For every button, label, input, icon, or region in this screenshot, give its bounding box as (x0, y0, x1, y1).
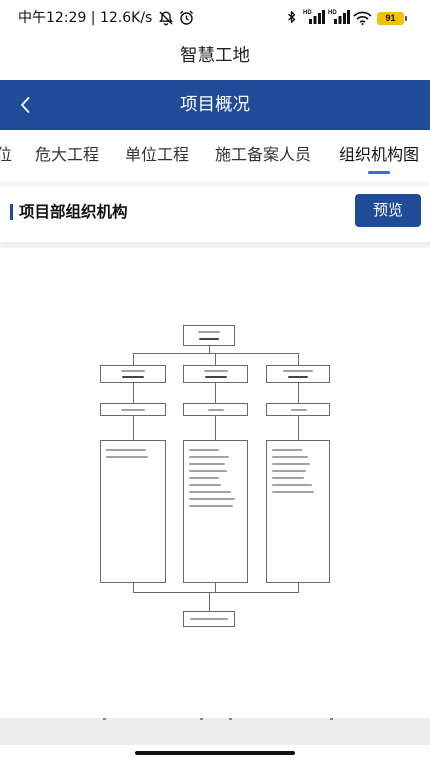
signal-icon (304, 10, 325, 24)
org-chart-text-line (272, 484, 312, 486)
org-chart-text-line (272, 456, 308, 458)
org-chart-box-members (266, 440, 330, 583)
org-chart-box-members (100, 440, 166, 583)
org-chart-connector (133, 383, 134, 403)
org-chart-text-line (199, 338, 219, 340)
org-chart-text-line (189, 456, 229, 458)
org-chart-connector (133, 583, 134, 592)
org-chart-box-row1 (100, 365, 166, 383)
tab-partial[interactable]: 位 (0, 130, 12, 180)
org-chart-text-line (288, 376, 308, 378)
mute-icon (158, 10, 174, 26)
org-chart-connector (215, 583, 216, 592)
org-chart-text-line (272, 449, 302, 451)
org-chart-box-members (183, 440, 248, 583)
org-chart-text-line (272, 463, 310, 465)
partial-content-mark (103, 718, 106, 720)
org-chart-text-line (272, 491, 314, 493)
bottom-strip (0, 718, 430, 745)
org-chart-box-row2 (100, 403, 166, 416)
org-chart-connector (209, 346, 210, 353)
org-chart-text-line (121, 409, 145, 411)
org-chart-text-line (189, 449, 219, 451)
battery-nub (405, 16, 407, 21)
org-chart-box-row1 (266, 365, 330, 383)
org-chart-box-row1 (183, 365, 248, 383)
org-chart-text-line (283, 370, 313, 372)
org-chart-connector (133, 416, 134, 440)
gesture-area (0, 745, 430, 765)
org-chart-text-line (208, 409, 224, 411)
tab-unit-works[interactable]: 单位工程 (125, 130, 189, 180)
alarm-icon (178, 9, 195, 26)
org-chart-area (0, 248, 430, 718)
section-title: 项目部组织机构 (19, 203, 128, 221)
bluetooth-icon (287, 10, 297, 25)
org-chart-connector (215, 353, 216, 365)
org-chart-text-line (189, 498, 235, 500)
org-chart-text-line (189, 491, 231, 493)
back-button[interactable] (10, 90, 40, 120)
org-chart-text-line (204, 370, 228, 372)
org-chart-text-line (189, 470, 227, 472)
page-header: 项目概况 (0, 80, 430, 130)
org-chart-box-row2 (183, 403, 248, 416)
org-chart-text-line (106, 456, 148, 458)
active-tab-indicator (368, 171, 390, 174)
org-chart-connector (215, 416, 216, 440)
org-chart-text-line (190, 618, 228, 620)
org-chart-box-top (183, 325, 235, 346)
status-time-and-speed: 中午12:29 | 12.6K/s (18, 10, 153, 26)
org-chart-connector (298, 353, 299, 365)
section-header: 项目部组织机构 预览 (0, 186, 430, 242)
org-chart-text-line (198, 331, 220, 333)
tab-hazardous-works[interactable]: 危大工程 (35, 130, 99, 180)
home-indicator[interactable] (135, 751, 295, 755)
org-chart-connector (209, 592, 210, 611)
org-chart-text-line (189, 505, 233, 507)
org-chart-text-line (205, 376, 227, 378)
page-title: 项目概况 (180, 95, 250, 115)
org-chart-box-bottom (183, 611, 235, 627)
org-chart-box-row2 (266, 403, 330, 416)
org-chart-text-line (189, 463, 225, 465)
org-chart-connector (133, 353, 134, 365)
org-chart-text-line (122, 376, 144, 378)
app-title: 智慧工地 (180, 46, 250, 66)
partial-content-mark (330, 718, 333, 720)
org-chart-text-line (272, 470, 306, 472)
org-chart-connector (133, 353, 299, 354)
org-chart-connector (298, 383, 299, 403)
org-chart-text-line (272, 477, 304, 479)
partial-content-mark (229, 718, 232, 720)
org-chart-connector (298, 416, 299, 440)
tab-bar: 位 危大工程 单位工程 施工备案人员 组织机构图 (0, 130, 430, 182)
org-chart-connector (133, 592, 299, 593)
section-marker (10, 204, 13, 220)
status-bar: 中午12:29 | 12.6K/s HD HD 91 (0, 0, 430, 36)
org-chart-text-line (189, 477, 219, 479)
org-chart-text-line (121, 370, 145, 372)
battery-icon: 91 (377, 12, 404, 25)
org-chart-text-line (189, 484, 221, 486)
chevron-left-icon (21, 97, 30, 113)
partial-content-mark (200, 718, 203, 720)
org-chart-text-line (106, 449, 146, 451)
preview-button[interactable]: 预览 (355, 194, 421, 227)
app-title-bar: 智慧工地 (0, 36, 430, 80)
org-chart-connector (298, 583, 299, 592)
org-chart (0, 248, 430, 718)
org-chart-connector (215, 383, 216, 403)
org-chart-text-line (291, 409, 307, 411)
wifi-icon (353, 11, 372, 25)
tab-registered-personnel[interactable]: 施工备案人员 (215, 130, 311, 180)
signal-icon (329, 10, 350, 24)
